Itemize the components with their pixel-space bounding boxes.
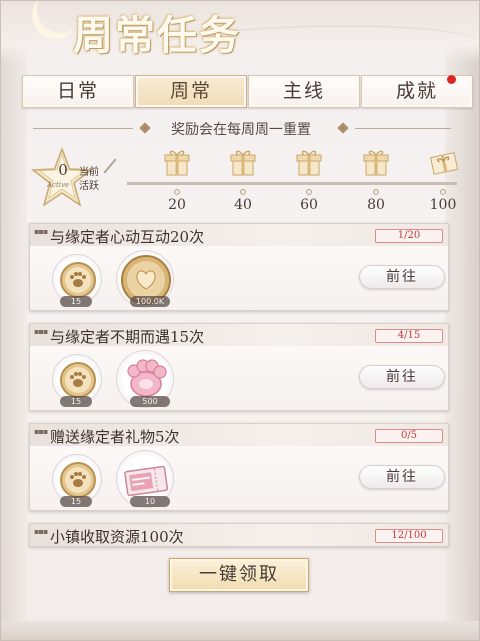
milestone-label: 100 xyxy=(429,197,457,213)
milestone-marker xyxy=(240,189,246,195)
milestone-label: 80 xyxy=(367,197,385,213)
reward-quantity: 100.0K xyxy=(130,296,170,307)
go-button[interactable]: 前往 xyxy=(359,265,445,289)
activity-value: 0 xyxy=(58,161,68,179)
task-card: ▪▪▪ 小镇收取资源100次 12/100 xyxy=(29,523,449,547)
milestone-marker xyxy=(373,189,379,195)
corner-dots-icon: ▪▪▪ xyxy=(34,327,48,336)
task-card: ▪▪▪ 赠送缘定者礼物5次 0/5 15 10 前往 xyxy=(29,423,449,511)
gift-box-icon[interactable] xyxy=(363,149,389,177)
task-progress: 1/20 xyxy=(375,229,443,243)
task-name: 与缘定者心动互动20次 xyxy=(50,228,205,246)
task-progress: 12/100 xyxy=(375,529,443,543)
reward-quantity: 15 xyxy=(60,396,92,407)
activity-progress-track xyxy=(127,182,457,185)
tab-weekly[interactable]: 周常 xyxy=(135,75,247,108)
task-card: ▪▪▪ 与缘定者不期而遇15次 4/15 15 500 前往 xyxy=(29,323,449,411)
corner-dots-icon: ▪▪▪ xyxy=(34,227,48,236)
activity-label: 当前活跃 xyxy=(79,167,99,192)
gift-box-icon[interactable] xyxy=(230,149,256,177)
tab-achievement[interactable]: 成就 xyxy=(361,75,473,108)
corner-dots-icon: ▪▪▪ xyxy=(34,427,48,436)
title-banner: 周常任务 xyxy=(1,1,479,63)
gift-box-icon[interactable] xyxy=(296,149,322,177)
gift-card-icon[interactable] xyxy=(429,149,459,177)
milestone-label: 40 xyxy=(234,197,252,213)
claim-all-button[interactable]: 一键领取 xyxy=(169,558,309,592)
gift-box-icon[interactable] xyxy=(164,149,190,177)
reward-quantity: 10 xyxy=(130,496,170,507)
task-progress: 4/15 xyxy=(375,329,443,343)
activity-star-caption: Active xyxy=(47,181,70,189)
bottom-frame xyxy=(1,621,479,640)
milestone-marker xyxy=(306,189,312,195)
milestone-marker xyxy=(174,189,180,195)
tab-daily[interactable]: 日常 xyxy=(22,75,134,108)
task-name: 赠送缘定者礼物5次 xyxy=(50,428,180,446)
task-card: ▪▪▪ 与缘定者心动互动20次 1/20 15 100.0K 前往 xyxy=(29,223,449,311)
go-button[interactable]: 前往 xyxy=(359,365,445,389)
page-title: 周常任务 xyxy=(73,12,241,59)
task-progress: 0/5 xyxy=(375,429,443,443)
go-button[interactable]: 前往 xyxy=(359,465,445,489)
reward-quantity: 500 xyxy=(130,396,170,407)
milestone-label: 20 xyxy=(168,197,186,213)
task-name: 与缘定者不期而遇15次 xyxy=(50,328,205,346)
tab-main[interactable]: 主线 xyxy=(248,75,360,108)
task-name: 小镇收取资源100次 xyxy=(50,528,184,546)
weekly-task-panel: 周常任务 日常 周常 主线 成就 奖励会在每周周一重置 0 Active 当前活… xyxy=(0,0,480,641)
notification-dot xyxy=(447,75,456,84)
milestone-label: 60 xyxy=(300,197,318,213)
reward-quantity: 15 xyxy=(60,296,92,307)
reward-quantity: 15 xyxy=(60,496,92,507)
reset-notice: 奖励会在每周周一重置 xyxy=(171,122,311,138)
milestone-marker xyxy=(440,189,446,195)
corner-dots-icon: ▪▪▪ xyxy=(34,527,48,536)
